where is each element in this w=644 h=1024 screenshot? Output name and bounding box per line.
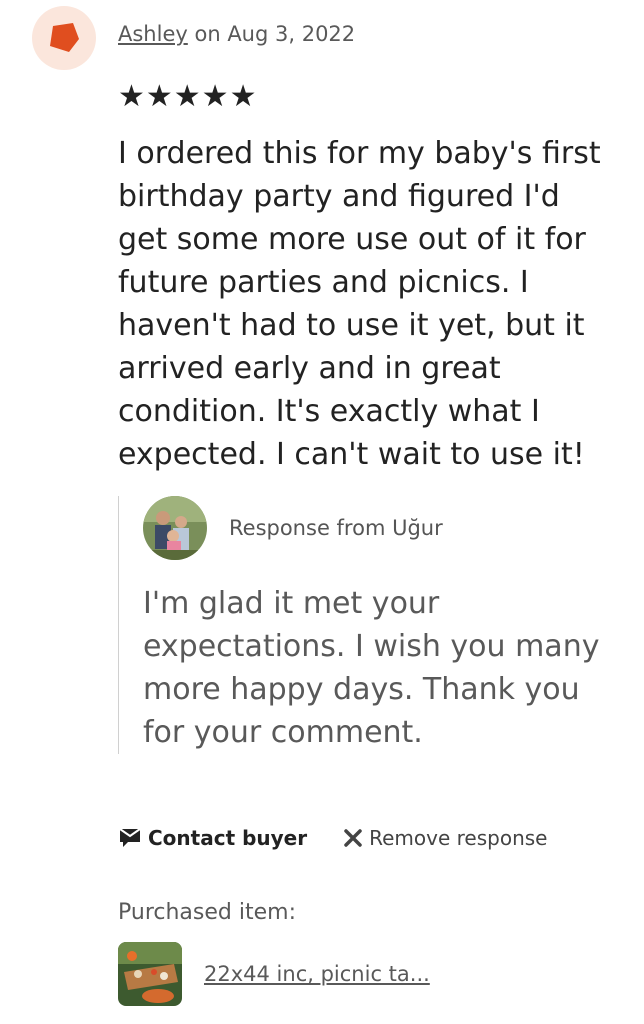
- remove-response-button[interactable]: Remove response: [343, 826, 547, 850]
- star-rating: ★★★★★: [118, 79, 258, 114]
- contact-buyer-label: Contact buyer: [148, 826, 308, 850]
- purchased-item-label: Purchased item:: [118, 900, 296, 925]
- reviewer-avatar[interactable]: [32, 6, 96, 70]
- remove-response-label: Remove response: [369, 826, 548, 850]
- purchased-item-link[interactable]: 22x44 inc, picnic ta...: [204, 962, 430, 986]
- purchased-item[interactable]: 22x44 inc, picnic ta...: [118, 942, 430, 1006]
- pentagon-avatar-icon: [50, 23, 79, 52]
- reviewer-name-link[interactable]: Ashley: [118, 22, 188, 46]
- review-date: on Aug 3, 2022: [187, 22, 356, 46]
- item-thumbnail[interactable]: [118, 942, 182, 1006]
- contact-buyer-button[interactable]: Contact buyer: [118, 826, 307, 850]
- family-photo-icon: [143, 496, 207, 560]
- seller-response: Response from Uğur I'm glad it met your …: [118, 496, 619, 754]
- message-icon: [118, 827, 142, 849]
- picnic-table-image-icon: [118, 942, 182, 1006]
- response-actions: Contact buyer Remove response: [118, 826, 547, 850]
- response-text: I'm glad it met your expectations. I wis…: [143, 586, 600, 750]
- review-meta: Ashley on Aug 3, 2022: [118, 22, 355, 46]
- response-label: Response from Uğur: [229, 516, 443, 540]
- seller-avatar: [143, 496, 207, 560]
- review-text: I ordered this for my baby's first birth…: [118, 136, 601, 472]
- close-icon: [343, 828, 363, 848]
